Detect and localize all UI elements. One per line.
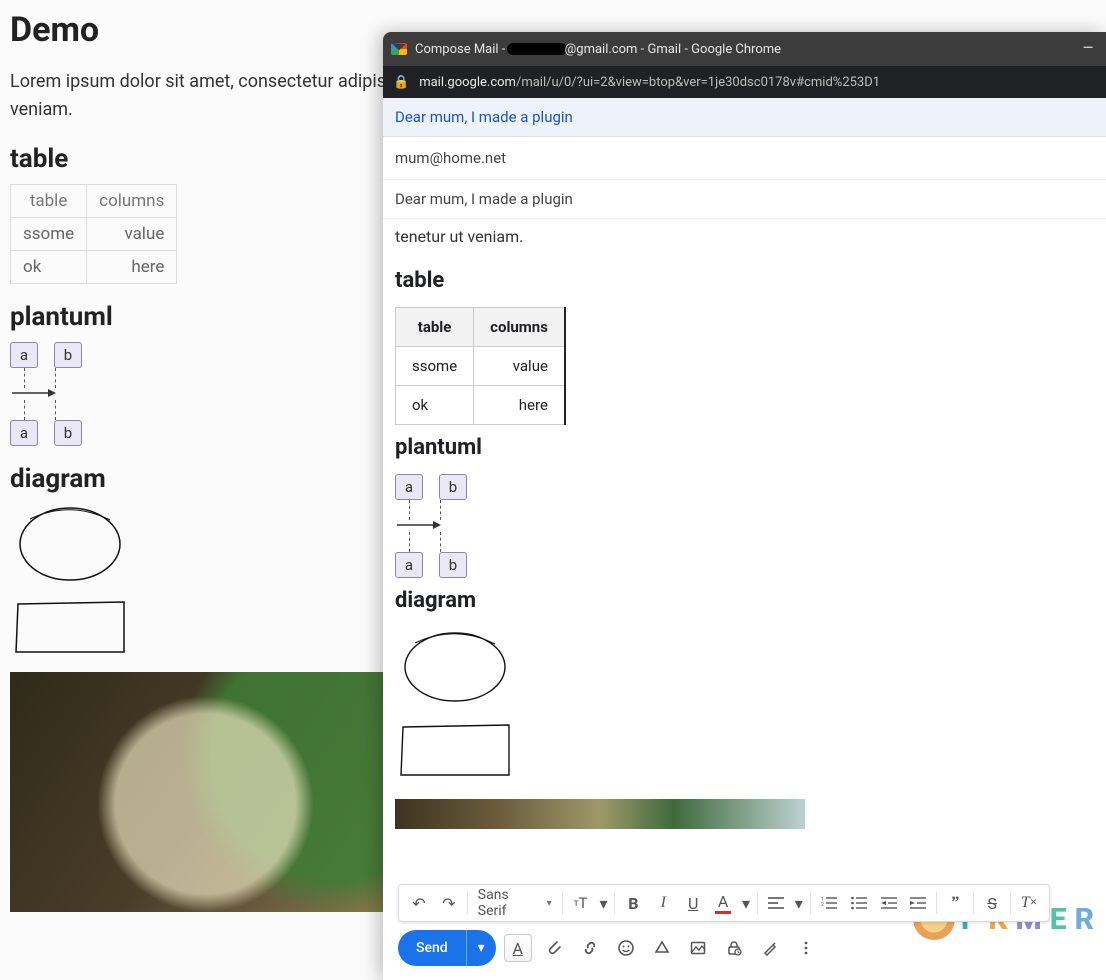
- font-size-caret[interactable]: ▾: [597, 889, 611, 917]
- text-color-caret[interactable]: ▾: [739, 889, 753, 917]
- compose-body[interactable]: tenetur ut veniam. table table columns s…: [383, 219, 1106, 980]
- body-table-heading: table: [395, 268, 1094, 293]
- address-bar[interactable]: 🔒 mail.google.com/mail/u/0/?ui=2&view=bt…: [383, 66, 1106, 98]
- body-table: table columns ssome value ok here: [395, 307, 566, 425]
- table-row: ssome value: [11, 217, 177, 250]
- insert-signature-button[interactable]: [756, 934, 784, 962]
- strikethrough-button[interactable]: S: [978, 889, 1006, 917]
- plantuml-node-b: b: [54, 342, 82, 368]
- to-field[interactable]: mum@home.net: [383, 137, 1106, 180]
- remove-formatting-button[interactable]: T✕: [1015, 889, 1043, 917]
- body-plantuml-heading: plantuml: [395, 435, 1094, 460]
- plantuml-node-a: a: [10, 420, 38, 446]
- more-options-button[interactable]: [792, 934, 820, 962]
- align-caret[interactable]: ▾: [792, 889, 806, 917]
- table-row: ok here: [11, 250, 177, 283]
- send-more-button[interactable]: ▾: [466, 930, 496, 966]
- bold-button[interactable]: B: [619, 889, 647, 917]
- plantuml-node-b: b: [439, 474, 467, 500]
- plantuml-node-b: b: [439, 552, 467, 578]
- send-button-label: Send: [398, 930, 466, 966]
- compose-header-subject[interactable]: Dear mum, I made a plugin: [383, 98, 1106, 137]
- insert-link-button[interactable]: [576, 934, 604, 962]
- lock-icon: 🔒: [393, 75, 409, 90]
- window-titlebar[interactable]: Compose Mail - @gmail.com - Gmail - Goog…: [383, 32, 1106, 66]
- indent-decrease-button[interactable]: [875, 889, 903, 917]
- confidential-mode-button[interactable]: [720, 934, 748, 962]
- table-row: ok here: [396, 386, 565, 425]
- table-row: table columns: [11, 184, 177, 217]
- arrow-icon: [395, 518, 441, 532]
- insert-emoji-button[interactable]: [612, 934, 640, 962]
- window-minimize-button[interactable]: –: [1078, 40, 1098, 58]
- plantuml-node-a: a: [395, 474, 423, 500]
- numbered-list-button[interactable]: 12: [815, 889, 843, 917]
- chevron-down-icon: ▾: [547, 898, 552, 909]
- body-fragment: tenetur ut veniam.: [395, 227, 1094, 246]
- blockquote-button[interactable]: ”: [941, 889, 969, 917]
- text-format-toggle-button[interactable]: A: [504, 934, 532, 962]
- align-button[interactable]: [762, 889, 790, 917]
- italic-button[interactable]: I: [649, 889, 677, 917]
- body-diagram-heading: diagram: [395, 588, 1094, 613]
- send-button[interactable]: Send ▾: [398, 930, 496, 966]
- plantuml-node-a: a: [395, 552, 423, 578]
- subject-field[interactable]: Dear mum, I made a plugin: [383, 180, 1106, 219]
- redo-button[interactable]: ↷: [435, 889, 463, 917]
- table-row: ssome value: [396, 347, 565, 386]
- undo-button[interactable]: ↶: [405, 889, 433, 917]
- body-plantuml-diagram: a b a b: [395, 474, 1094, 578]
- body-freehand-diagram: [395, 627, 1094, 781]
- gmail-icon: [391, 43, 407, 55]
- arrow-icon: [10, 386, 56, 400]
- underline-button[interactable]: U: [679, 889, 707, 917]
- font-size-button[interactable]: тT: [567, 889, 595, 917]
- text-color-button[interactable]: A: [709, 889, 737, 917]
- indent-increase-button[interactable]: [904, 889, 932, 917]
- bulleted-list-button[interactable]: [845, 889, 873, 917]
- attach-file-button[interactable]: [540, 934, 568, 962]
- table-row: table columns: [396, 308, 565, 347]
- redacted-username: [507, 43, 567, 55]
- url: mail.google.com/mail/u/0/?ui=2&view=btop…: [419, 75, 880, 90]
- chrome-window: Compose Mail - @gmail.com - Gmail - Goog…: [383, 32, 1106, 980]
- svg-text:2: 2: [821, 902, 824, 908]
- insert-photo-button[interactable]: [684, 934, 712, 962]
- font-family-label: Sans Serif: [478, 887, 541, 919]
- font-family-select[interactable]: Sans Serif ▾: [472, 887, 558, 919]
- window-title: Compose Mail - @gmail.com - Gmail - Goog…: [415, 42, 781, 57]
- doc-table: table columns ssome value ok here: [10, 184, 177, 284]
- plantuml-node-b: b: [54, 420, 82, 446]
- plantuml-node-a: a: [10, 342, 38, 368]
- insert-drive-button[interactable]: [648, 934, 676, 962]
- formatting-toolbar: ↶ ↷ Sans Serif ▾ тT ▾ B I U A ▾ ▾ 12 ” S…: [398, 884, 1050, 922]
- send-toolbar: Send ▾ A: [398, 928, 1096, 968]
- body-photo-strip: [395, 799, 805, 829]
